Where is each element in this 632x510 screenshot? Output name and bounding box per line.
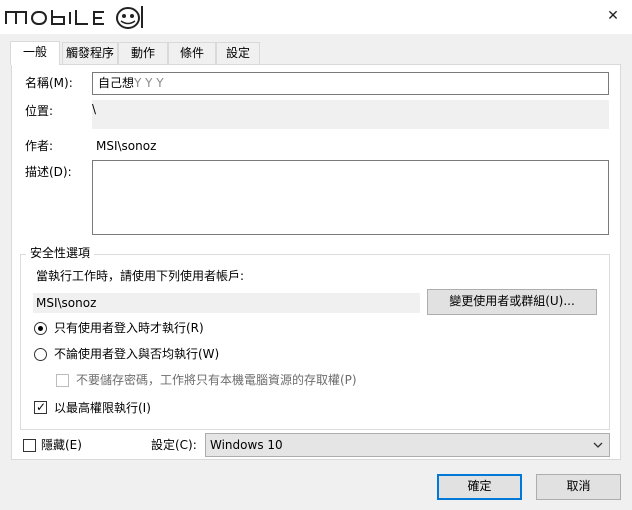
tab-label: 一般 bbox=[22, 45, 47, 59]
description-label: 描述(D): bbox=[25, 165, 72, 179]
security-group-title: 安全性選項 bbox=[26, 244, 95, 262]
tab-triggers[interactable]: 觸發程序 bbox=[62, 42, 118, 64]
radio-whether-logged-on[interactable] bbox=[34, 348, 47, 361]
tab-general[interactable]: 一般 bbox=[10, 41, 60, 65]
hidden-checkbox[interactable] bbox=[23, 439, 36, 452]
location-label: 位置: bbox=[25, 104, 54, 118]
configure-select[interactable]: Windows 10 bbox=[205, 433, 610, 457]
tab-conditions[interactable]: 條件 bbox=[168, 42, 216, 64]
mobile01-logo bbox=[4, 4, 154, 30]
cancel-button[interactable]: 取消 bbox=[536, 474, 621, 500]
description-textarea[interactable] bbox=[92, 160, 609, 235]
highest-privileges-checkbox[interactable]: ✓ bbox=[34, 400, 47, 414]
location-value: \ bbox=[92, 102, 97, 116]
account-value: MSI\sonoz bbox=[36, 296, 97, 310]
close-icon: ✕ bbox=[607, 8, 619, 24]
ok-button[interactable]: 確定 bbox=[437, 474, 522, 500]
tab-settings[interactable]: 設定 bbox=[216, 42, 260, 64]
tab-actions[interactable]: 動作 bbox=[118, 42, 168, 64]
no-store-password-label: 不要儲存密碼，工作將只有本機電腦資源的存取權(P) bbox=[76, 373, 357, 387]
radio-logged-on-label: 只有使用者登入時才執行(R) bbox=[54, 321, 204, 335]
run-as-text: 當執行工作時，請使用下列使用者帳戶: bbox=[36, 269, 245, 283]
name-label: 名稱(M): bbox=[25, 76, 73, 90]
name-field[interactable]: 自己想Y Y Y bbox=[92, 72, 609, 95]
tab-label: 觸發程序 bbox=[65, 46, 114, 60]
location-field: \ bbox=[92, 100, 609, 129]
highest-privileges-label: 以最高權限執行(I) bbox=[54, 401, 151, 415]
ok-label: 確定 bbox=[467, 479, 492, 493]
radio-logged-on[interactable] bbox=[34, 322, 47, 335]
radio-whether-label: 不論使用者登入與否均執行(W) bbox=[54, 347, 220, 361]
change-user-button[interactable]: 變更使用者或群組(U)... bbox=[427, 289, 597, 315]
account-field: MSI\sonoz bbox=[33, 293, 420, 313]
configure-label: 設定(C): bbox=[151, 438, 197, 452]
configure-value: Windows 10 bbox=[210, 438, 283, 452]
name-placeholder: Y Y Y bbox=[134, 76, 164, 90]
author-label: 作者: bbox=[25, 139, 54, 153]
chevron-down-icon bbox=[593, 434, 603, 465]
tab-label: 設定 bbox=[225, 46, 250, 60]
cancel-label: 取消 bbox=[566, 479, 591, 493]
close-button[interactable]: ✕ bbox=[600, 4, 626, 28]
hidden-label: 隱藏(E) bbox=[41, 438, 82, 452]
author-value: MSI\sonoz bbox=[96, 139, 157, 153]
change-user-label: 變更使用者或群組(U)... bbox=[449, 294, 575, 308]
name-value: 自己想 bbox=[98, 76, 135, 90]
check-icon: ✓ bbox=[36, 400, 47, 414]
tab-label: 動作 bbox=[130, 46, 155, 60]
no-store-password-checkbox[interactable] bbox=[56, 374, 69, 387]
tab-label: 條件 bbox=[179, 46, 204, 60]
